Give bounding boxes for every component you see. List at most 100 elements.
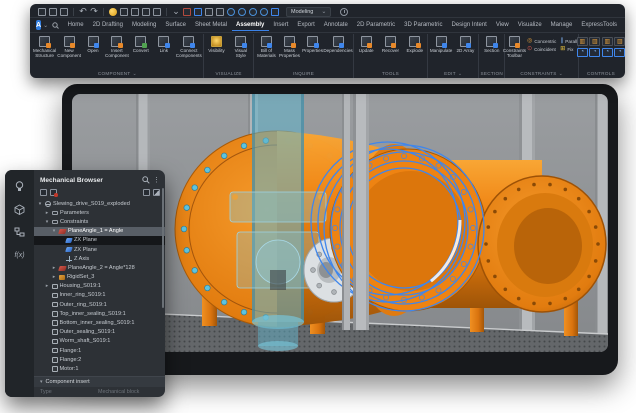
tab-modeling[interactable]: Modeling xyxy=(127,20,160,31)
controls-icon-6[interactable]: ◔ xyxy=(589,48,600,57)
section-button[interactable]: Section xyxy=(480,35,503,53)
controls-icon-1[interactable]: ▥ xyxy=(577,37,588,46)
undo-icon[interactable]: ↶ xyxy=(79,8,87,16)
chevron-collapsed-icon[interactable]: ▸ xyxy=(51,274,57,280)
mass-properties-button[interactable]: Mass Properties xyxy=(278,35,300,59)
tab-ai-assist[interactable]: AI Assist xyxy=(622,20,625,31)
tree-item-constraints[interactable]: ▾Constraints xyxy=(34,217,165,226)
tab-visualize[interactable]: Visualize xyxy=(513,20,546,31)
explode-button[interactable]: Explode xyxy=(403,35,426,53)
tab-annotate[interactable]: Annotate xyxy=(319,20,352,31)
chevron-expanded-icon[interactable]: ▾ xyxy=(51,228,57,234)
annotation-monitor-icon[interactable] xyxy=(205,8,213,16)
tab-export[interactable]: Export xyxy=(293,20,319,31)
tab-3d-parametric[interactable]: 3D Parametric xyxy=(400,20,447,31)
properties-button[interactable]: Properties xyxy=(302,35,324,53)
bulb-icon[interactable] xyxy=(14,180,26,192)
connect-components-button[interactable]: Connect Components xyxy=(176,35,202,59)
controls-icon-4[interactable]: ▥ xyxy=(614,37,625,46)
tab-sheet-metal[interactable]: Sheet Metal xyxy=(191,20,232,31)
bill-of-materials-button[interactable]: Bill of Materials xyxy=(255,35,277,59)
tree-item-outer-ring-s019-1[interactable]: Outer_ring_S019:1 xyxy=(34,300,165,309)
new-sheet-icon[interactable] xyxy=(49,8,57,16)
manipulate-button[interactable]: Manipulate xyxy=(429,35,452,53)
tree-item-inner-ring-s019-1[interactable]: Inner_ring_S019:1 xyxy=(34,291,165,300)
display-config-icon[interactable] xyxy=(153,8,161,16)
tree-item-flange-2[interactable]: Flange:2 xyxy=(34,355,165,364)
tree-item-parameters[interactable]: ▸Parameters xyxy=(34,208,165,217)
group-menu-chevron-icon[interactable]: ⌄ xyxy=(132,71,137,77)
lamp-icon[interactable] xyxy=(109,8,117,16)
drawing-explorer-icon[interactable] xyxy=(216,8,224,16)
tree-item-outer-sealing-s019-1[interactable]: Outer_sealing_S019:1 xyxy=(34,328,165,337)
layout-table-icon[interactable] xyxy=(271,8,279,16)
clock-icon[interactable] xyxy=(340,8,348,16)
visibility-button[interactable]: Visibility xyxy=(205,35,228,53)
settings-icon[interactable] xyxy=(120,8,128,16)
sync-view-4-icon[interactable] xyxy=(260,8,268,16)
tree-item-zx-plane[interactable]: ZX Plane xyxy=(34,245,165,254)
print-icon[interactable] xyxy=(60,8,68,16)
tab-insert[interactable]: Insert xyxy=(269,20,293,31)
controls-icon-5[interactable]: ◔ xyxy=(577,48,588,57)
tree-scrollbar[interactable] xyxy=(162,188,164,308)
structure-tree-icon[interactable] xyxy=(14,226,26,238)
highlight-toggle-icon[interactable] xyxy=(50,189,57,196)
plot-icon[interactable] xyxy=(142,8,150,16)
chevron-expanded-icon[interactable]: ▾ xyxy=(44,219,50,225)
sync-view-2-icon[interactable] xyxy=(238,8,246,16)
redo-icon[interactable]: ↷ xyxy=(90,8,98,16)
panel-dock-icon[interactable] xyxy=(153,189,160,196)
insert-component-button[interactable]: Insert Component xyxy=(105,35,129,59)
tree-item-flange-1[interactable]: Flange:1 xyxy=(34,346,165,355)
controls-icon-7[interactable]: ◔ xyxy=(602,48,613,57)
tab-expresstools[interactable]: ExpressTools xyxy=(577,20,622,31)
cursor-select-icon[interactable] xyxy=(183,8,191,16)
tree-item-planeangle-2-angle-128[interactable]: ▸PlaneAngle_2 = Angle*128 xyxy=(34,263,165,272)
open-button[interactable]: Open xyxy=(82,35,104,53)
recover-button[interactable]: Recover xyxy=(379,35,402,53)
constraints-toolbar-button[interactable]: Constraints Toolbar xyxy=(503,35,526,59)
tab-assembly[interactable]: Assembly xyxy=(232,20,269,31)
tree-item-worm-shaft-s019-1[interactable]: Worm_shaft_S019:1 xyxy=(34,337,165,346)
chevron-expanded-icon[interactable]: ▾ xyxy=(37,201,43,207)
tree-item-motor-1[interactable]: Motor:1 xyxy=(34,364,165,373)
mechanical-structure-button[interactable]: Mechanical Structure xyxy=(33,35,56,59)
link-button[interactable]: Link xyxy=(153,35,175,53)
dependencies-button[interactable]: Dependencies xyxy=(325,35,352,53)
coincident-constraint-button[interactable]: ⊙Coincident xyxy=(527,45,556,53)
group-menu-chevron-icon[interactable]: ⌄ xyxy=(458,71,463,77)
formula-fx-icon[interactable]: f(x) xyxy=(14,249,26,261)
cube-icon[interactable] xyxy=(14,203,26,215)
tab-home[interactable]: Home xyxy=(63,20,88,31)
chevron-collapsed-icon[interactable]: ▸ xyxy=(44,283,50,289)
tree-item-bottom-inner-sealing-s019-1[interactable]: Bottom_inner_sealing_S019:1 xyxy=(34,318,165,327)
flyout-chevron-icon[interactable]: ⌄ xyxy=(172,8,180,16)
browser-mode-icon[interactable] xyxy=(40,189,47,196)
chevron-collapsed-icon[interactable]: ▸ xyxy=(44,210,50,216)
sync-view-3-icon[interactable] xyxy=(249,8,257,16)
expand-collapse-icon[interactable] xyxy=(143,189,150,196)
app-logo-icon[interactable]: A xyxy=(36,20,41,30)
search-icon[interactable] xyxy=(52,22,59,29)
tab-view[interactable]: View xyxy=(491,20,513,31)
controls-icon-2[interactable]: ▥ xyxy=(589,37,600,46)
convert-button[interactable]: Convert xyxy=(130,35,152,53)
tree-item-planeangle-1-angle[interactable]: ▾PlaneAngle_1 = Angle xyxy=(34,227,165,236)
component-insert-section[interactable]: ▾ Component insert xyxy=(34,376,165,387)
save-icon[interactable] xyxy=(38,8,46,16)
ucs-axes-icon[interactable] xyxy=(194,8,202,16)
tree-item-rigidset-3[interactable]: ▸RigidSet_3 xyxy=(34,273,165,282)
tab-2d-drafting[interactable]: 2D Drafting xyxy=(88,20,127,31)
tab-manage[interactable]: Manage xyxy=(546,20,577,31)
visual-style-button[interactable]: Visual Style xyxy=(229,35,252,59)
concentric-constraint-button[interactable]: ◎Concentric xyxy=(527,37,556,45)
update-button[interactable]: Update xyxy=(355,35,378,53)
tree-item-z-axis[interactable]: Z Axis xyxy=(34,254,165,263)
tab-design-intent[interactable]: Design Intent xyxy=(447,20,491,31)
new-component-button[interactable]: New Component xyxy=(57,35,81,59)
2d-array-button[interactable]: 2D Array xyxy=(454,35,477,53)
tab-surface[interactable]: Surface xyxy=(161,20,191,31)
layers-icon[interactable] xyxy=(131,8,139,16)
panel-menu-icon[interactable]: ⋮ xyxy=(153,177,160,184)
